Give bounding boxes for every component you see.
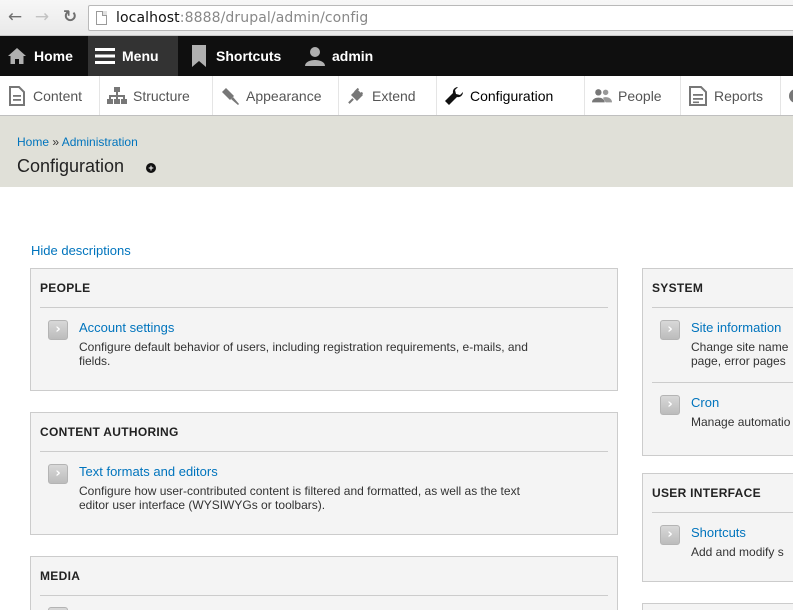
account-settings-link[interactable]: Account settings: [79, 320, 174, 335]
cron-link[interactable]: Cron: [691, 395, 719, 410]
url-text: localhost:8888/drupal/admin/config: [116, 10, 369, 26]
panel-title: CONTENT AUTHORING: [40, 425, 179, 439]
tray-appearance-label: Appearance: [246, 87, 322, 104]
panel-user-interface: USER INTERFACE › Shortcuts Add and modif…: [642, 473, 793, 582]
tray-extend[interactable]: Extend: [339, 76, 437, 115]
page-icon: [96, 11, 107, 25]
chevron-right-icon[interactable]: ›: [660, 320, 680, 340]
divider: [652, 307, 793, 308]
user-icon: [304, 45, 326, 67]
toolbar-user-label: admin: [332, 48, 374, 64]
tray-configuration[interactable]: Configuration: [437, 76, 585, 115]
toolbar-shortcuts[interactable]: Shortcuts: [182, 36, 294, 76]
bookmark-icon: [188, 45, 210, 67]
toolbar-menu[interactable]: Menu: [88, 36, 178, 76]
admin-toolbar: Home Menu Shortcuts admin: [0, 36, 793, 76]
panel-title: USER INTERFACE: [652, 486, 761, 500]
home-icon: [6, 45, 28, 67]
back-arrow-icon[interactable]: ←: [6, 8, 24, 26]
divider: [652, 512, 793, 513]
chevron-right-icon[interactable]: ›: [48, 320, 68, 340]
people-icon: [592, 86, 612, 106]
entry-description: Manage automatio: [691, 415, 791, 429]
reload-icon[interactable]: ↻: [61, 8, 79, 26]
page-title: Configuration: [17, 156, 125, 176]
panel-title: PEOPLE: [40, 281, 91, 295]
entry-description: Configure default behavior of users, inc…: [79, 340, 528, 368]
tray-help[interactable]: [781, 76, 793, 115]
tray-appearance[interactable]: Appearance: [213, 76, 339, 115]
divider: [40, 307, 608, 308]
page-header: Home » Administration Configuration +: [0, 116, 793, 187]
wrench-icon: [444, 86, 464, 106]
browser-bar: ← → ↻ localhost:8888/drupal/admin/config: [0, 0, 793, 36]
tray-content-label: Content: [33, 87, 83, 104]
entry-description: Configure how user-contributed content i…: [79, 484, 520, 512]
add-shortcut-icon[interactable]: +: [146, 163, 156, 173]
breadcrumb-separator: »: [52, 135, 60, 149]
tray-reports-label: Reports: [714, 87, 764, 104]
forward-arrow-icon[interactable]: →: [33, 8, 51, 26]
tray-people-label: People: [618, 87, 662, 104]
toolbar-shortcuts-label: Shortcuts: [216, 48, 282, 64]
panel-title: SYSTEM: [652, 281, 704, 295]
panel-partial: [642, 603, 793, 610]
breadcrumb: Home » Administration: [17, 135, 138, 149]
panel-content-authoring: CONTENT AUTHORING › Text formats and edi…: [30, 412, 618, 535]
panel-system: SYSTEM › Site information Change site na…: [642, 268, 793, 456]
breadcrumb-administration[interactable]: Administration: [62, 135, 138, 149]
toolbar-menu-label: Menu: [122, 48, 159, 64]
entry-description: Change site name page, error pages: [691, 340, 789, 368]
tray-structure-label: Structure: [133, 87, 190, 104]
toolbar-user[interactable]: admin: [298, 36, 388, 76]
chevron-right-icon[interactable]: ›: [48, 464, 68, 484]
paintbrush-icon: [220, 86, 240, 106]
divider: [652, 382, 793, 383]
menu-tray: Content Structure Appearance Extend Conf…: [0, 76, 793, 116]
tray-structure[interactable]: Structure: [100, 76, 213, 115]
shortcuts-link[interactable]: Shortcuts: [691, 525, 746, 540]
entry-description: Add and modify s: [691, 545, 784, 559]
divider: [40, 595, 608, 596]
tray-content[interactable]: Content: [0, 76, 100, 115]
tray-configuration-label: Configuration: [470, 87, 554, 104]
chevron-right-icon[interactable]: ›: [660, 395, 680, 415]
help-icon: [788, 86, 793, 106]
site-information-link[interactable]: Site information: [691, 320, 781, 335]
tray-extend-label: Extend: [372, 87, 416, 104]
toolbar-home-label: Home: [34, 48, 73, 64]
plug-icon: [346, 86, 366, 106]
address-bar[interactable]: localhost:8888/drupal/admin/config: [88, 5, 793, 31]
panel-media: MEDIA: [30, 556, 618, 610]
hide-descriptions-link[interactable]: Hide descriptions: [31, 243, 131, 258]
sitemap-icon: [107, 86, 127, 106]
panel-title: MEDIA: [40, 569, 81, 583]
chevron-right-icon[interactable]: ›: [660, 525, 680, 545]
toolbar-home[interactable]: Home: [0, 36, 88, 76]
tray-reports[interactable]: Reports: [681, 76, 781, 115]
report-icon: [688, 85, 708, 106]
text-formats-link[interactable]: Text formats and editors: [79, 464, 218, 479]
divider: [40, 451, 608, 452]
tray-people[interactable]: People: [585, 76, 681, 115]
document-icon: [7, 85, 27, 106]
hamburger-icon: [94, 45, 116, 67]
panel-people: PEOPLE › Account settings Configure defa…: [30, 268, 618, 391]
breadcrumb-home[interactable]: Home: [17, 135, 49, 149]
